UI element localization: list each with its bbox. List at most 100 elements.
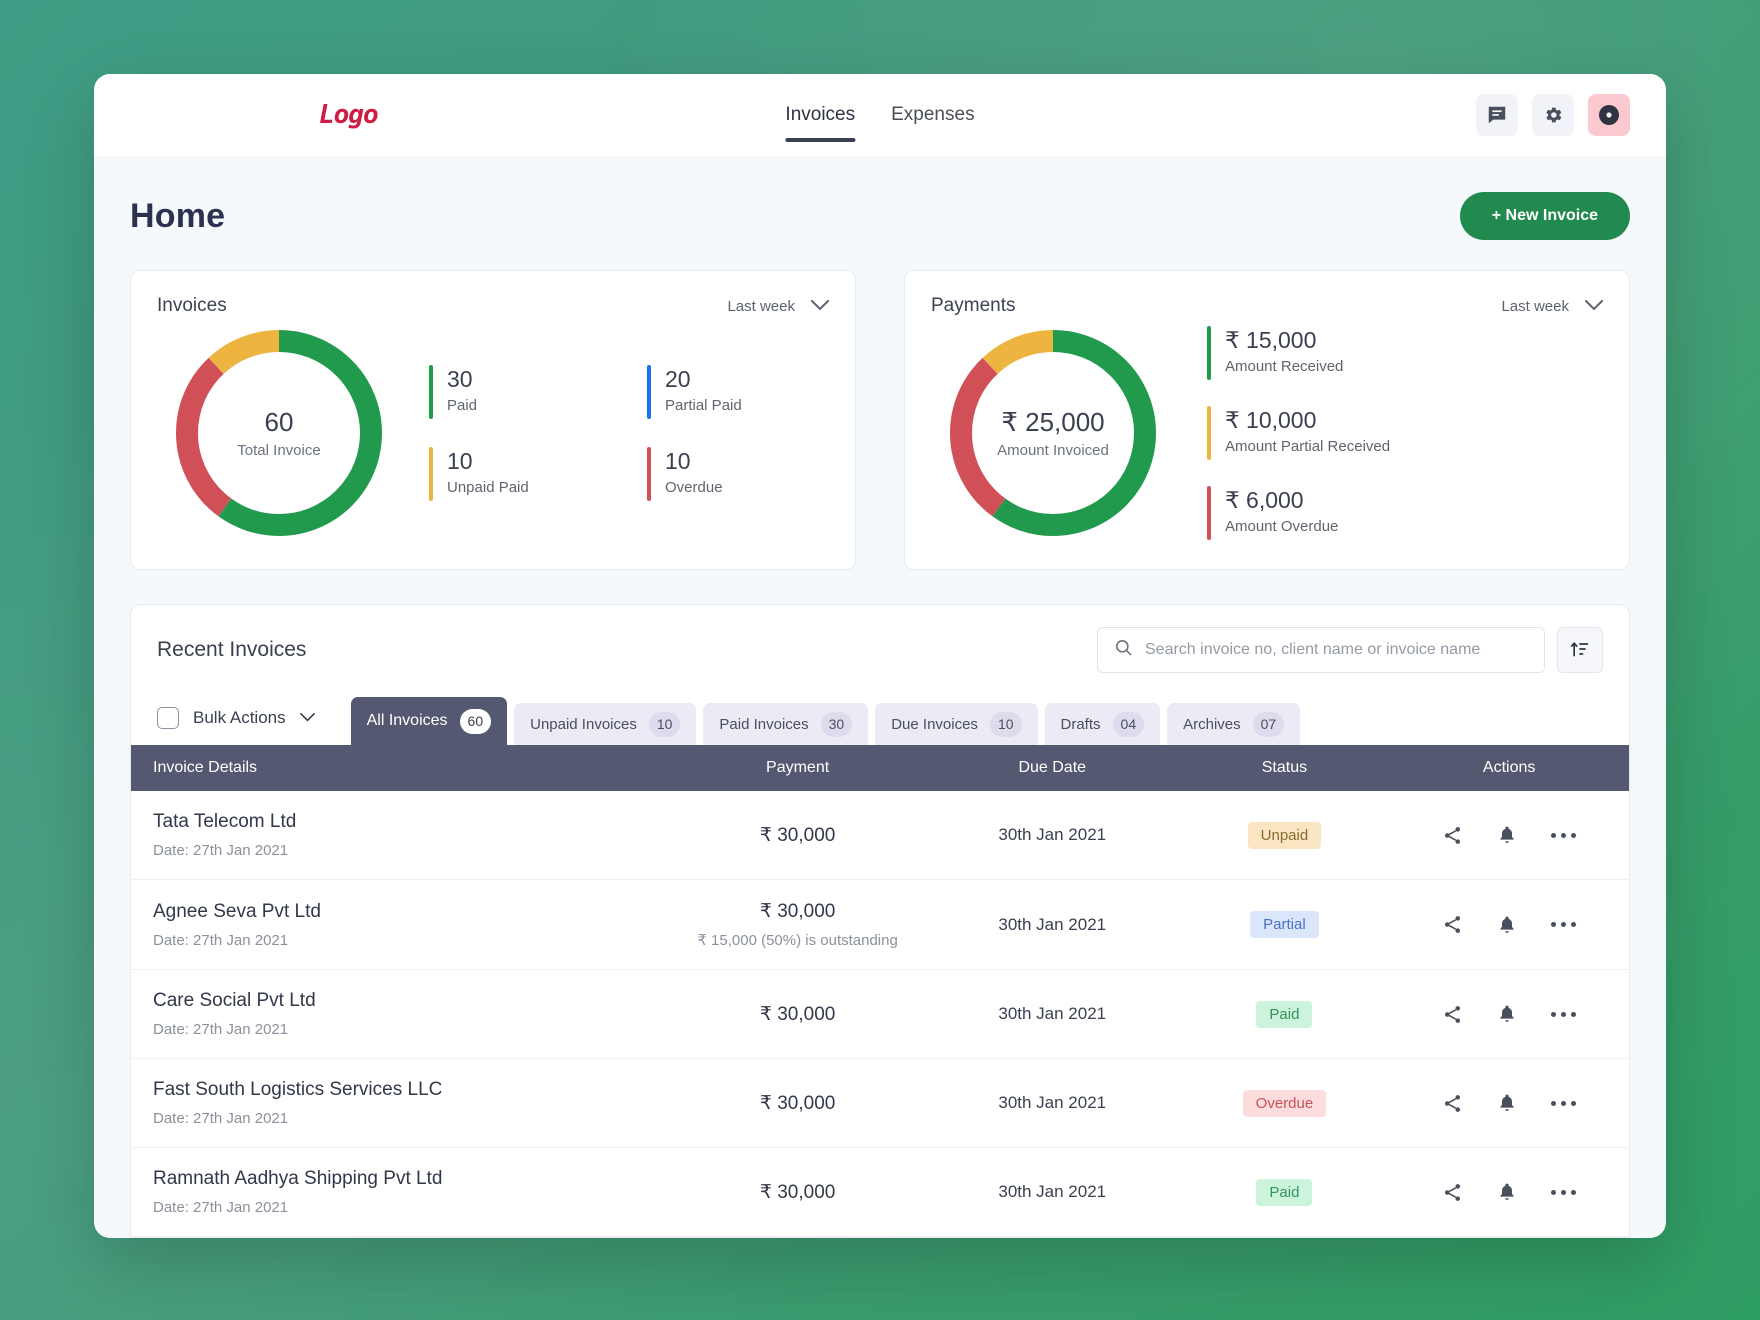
legend-item-amount-received: ₹ 15,000 Amount Received (1207, 326, 1603, 380)
invoice-date: Date: 27th Jan 2021 (153, 1199, 289, 1216)
legend-value-unpaid-paid: 10 (447, 448, 473, 474)
table-row[interactable]: Agnee Seva Pvt Ltd Date: 27th Jan 2021 ₹… (131, 880, 1629, 970)
more-options-icon[interactable] (1551, 1011, 1577, 1017)
share-icon[interactable] (1442, 1093, 1463, 1114)
top-navigation-bar: Logo Invoices Expenses (94, 74, 1666, 156)
legend-item-paid: 30 Paid (429, 365, 611, 419)
invoices-donut-chart: 60 Total Invoice (169, 323, 389, 543)
more-options-icon[interactable] (1551, 922, 1577, 927)
bulk-actions-checkbox[interactable] (157, 707, 179, 729)
gear-icon (1542, 104, 1564, 126)
cell-payment: ₹ 30,000 (670, 791, 925, 880)
cell-status: Paid (1180, 970, 1390, 1059)
cell-due-date: 30th Jan 2021 (925, 791, 1180, 880)
invoices-card-header: Invoices Last week (157, 295, 829, 317)
share-icon[interactable] (1442, 1004, 1463, 1025)
tab-count-unpaid-invoices: 10 (648, 711, 681, 737)
legend-color-amount-partial-received (1207, 406, 1211, 460)
search-input[interactable] (1145, 641, 1528, 659)
due-date: 30th Jan 2021 (998, 1093, 1107, 1112)
legend-label-partial-paid: Partial Paid (665, 396, 742, 414)
invoice-date: Date: 27th Jan 2021 (153, 931, 289, 949)
share-icon[interactable] (1442, 825, 1463, 846)
nav-item-invoices[interactable]: Invoices (785, 74, 855, 156)
tab-due-invoices[interactable]: Due Invoices 10 (875, 703, 1038, 745)
status-badge: Partial (1250, 911, 1319, 938)
tab-label-drafts: Drafts (1060, 715, 1101, 733)
tab-archives[interactable]: Archives 07 (1167, 703, 1301, 745)
tab-all-invoices[interactable]: All Invoices 60 (350, 697, 508, 745)
profile-avatar-button[interactable] (1588, 94, 1630, 136)
bell-icon[interactable] (1497, 1093, 1517, 1113)
legend-value-amount-partial-received: ₹ 10,000 (1225, 407, 1317, 433)
bulk-actions-dropdown[interactable]: Bulk Actions (157, 707, 315, 745)
bell-icon[interactable] (1497, 915, 1517, 935)
payments-range-dropdown[interactable]: Last week (1501, 298, 1603, 315)
row-actions (1389, 1093, 1629, 1114)
legend-label-amount-overdue: Amount Overdue (1225, 517, 1339, 535)
payment-amount: ₹ 30,000 (759, 901, 836, 922)
share-icon[interactable] (1442, 914, 1463, 935)
bell-icon[interactable] (1497, 1182, 1517, 1202)
legend-label-amount-partial-received: Amount Partial Received (1225, 437, 1391, 455)
cell-payment: ₹ 30,000 (670, 970, 925, 1059)
sort-icon (1570, 639, 1590, 662)
legend-color-overdue (647, 447, 651, 501)
search-area (1097, 627, 1603, 673)
payments-card-header: Payments Last week (931, 295, 1603, 317)
cell-due-date: 30th Jan 2021 (925, 1059, 1180, 1148)
tab-label-unpaid-invoices: Unpaid Invoices (530, 715, 637, 733)
cell-invoice-details: Tata Telecom Ltd Date: 27th Jan 2021 (131, 791, 670, 880)
table-row[interactable]: Fast South Logistics Services LLC Date: … (131, 1059, 1629, 1148)
messages-button[interactable] (1476, 94, 1518, 136)
row-actions (1389, 1182, 1629, 1203)
tab-row: Bulk Actions All Invoices 60 Unpaid Invo… (131, 679, 1629, 745)
more-options-icon[interactable] (1551, 832, 1577, 838)
messages-icon (1486, 104, 1508, 126)
more-options-icon[interactable] (1551, 1189, 1577, 1195)
summary-cards-row: Invoices Last week 60 Total Invoice 30 P… (130, 270, 1630, 570)
tab-count-due-invoices: 10 (989, 711, 1022, 737)
payments-donut-center: ₹ 25,000 Amount Invoiced (943, 323, 1163, 543)
tab-count-paid-invoices: 30 (820, 711, 853, 737)
invoices-range-dropdown[interactable]: Last week (727, 298, 829, 315)
tab-unpaid-invoices[interactable]: Unpaid Invoices 10 (514, 703, 697, 745)
invoice-client-name: Care Social Pvt Ltd (153, 990, 316, 1011)
app-window: Logo Invoices Expenses Home + New Invoic… (94, 74, 1666, 1238)
payments-summary-card: Payments Last week ₹ 25,000 Amount Invoi… (904, 270, 1630, 570)
chevron-down-icon (299, 709, 315, 727)
cell-invoice-details: Agnee Seva Pvt Ltd Date: 27th Jan 2021 (131, 880, 670, 970)
topbar-actions (1476, 94, 1630, 136)
cell-actions (1389, 1059, 1629, 1148)
share-icon[interactable] (1442, 1182, 1463, 1203)
table-row[interactable]: Tata Telecom Ltd Date: 27th Jan 2021 ₹ 3… (131, 791, 1629, 880)
tab-count-archives: 07 (1252, 711, 1285, 737)
tab-drafts[interactable]: Drafts 04 (1044, 703, 1161, 745)
payments-donut-chart: ₹ 25,000 Amount Invoiced (943, 323, 1163, 543)
page-header: Home + New Invoice (130, 156, 1630, 270)
search-box[interactable] (1097, 627, 1545, 673)
due-date: 30th Jan 2021 (998, 1182, 1107, 1201)
new-invoice-button[interactable]: + New Invoice (1459, 192, 1630, 240)
row-actions (1389, 825, 1629, 846)
tab-paid-invoices[interactable]: Paid Invoices 30 (703, 703, 869, 745)
table-row[interactable]: Ramnath Aadhya Shipping Pvt Ltd Date: 27… (131, 1148, 1629, 1237)
status-badge: Unpaid (1247, 821, 1322, 849)
table-row[interactable]: Care Social Pvt Ltd Date: 27th Jan 2021 … (131, 970, 1629, 1059)
cell-status: Overdue (1180, 1059, 1390, 1148)
cell-status: Paid (1180, 1148, 1390, 1237)
invoice-filter-tabs: All Invoices 60 Unpaid Invoices 10 Paid … (350, 697, 1301, 745)
tab-label-paid-invoices: Paid Invoices (719, 715, 809, 733)
bell-icon[interactable] (1497, 825, 1517, 845)
payment-amount: ₹ 30,000 (759, 1003, 836, 1025)
sort-button[interactable] (1557, 627, 1603, 673)
app-logo[interactable]: Logo (319, 100, 379, 130)
payments-total-label: Amount Invoiced (997, 442, 1109, 460)
bell-icon[interactable] (1497, 1004, 1517, 1024)
payment-amount: ₹ 30,000 (759, 1092, 836, 1114)
more-options-icon[interactable] (1551, 1100, 1577, 1106)
legend-label-overdue: Overdue (665, 478, 723, 496)
settings-button[interactable] (1532, 94, 1574, 136)
nav-item-expenses[interactable]: Expenses (891, 74, 974, 156)
column-header-due-date: Due Date (924, 745, 1180, 791)
